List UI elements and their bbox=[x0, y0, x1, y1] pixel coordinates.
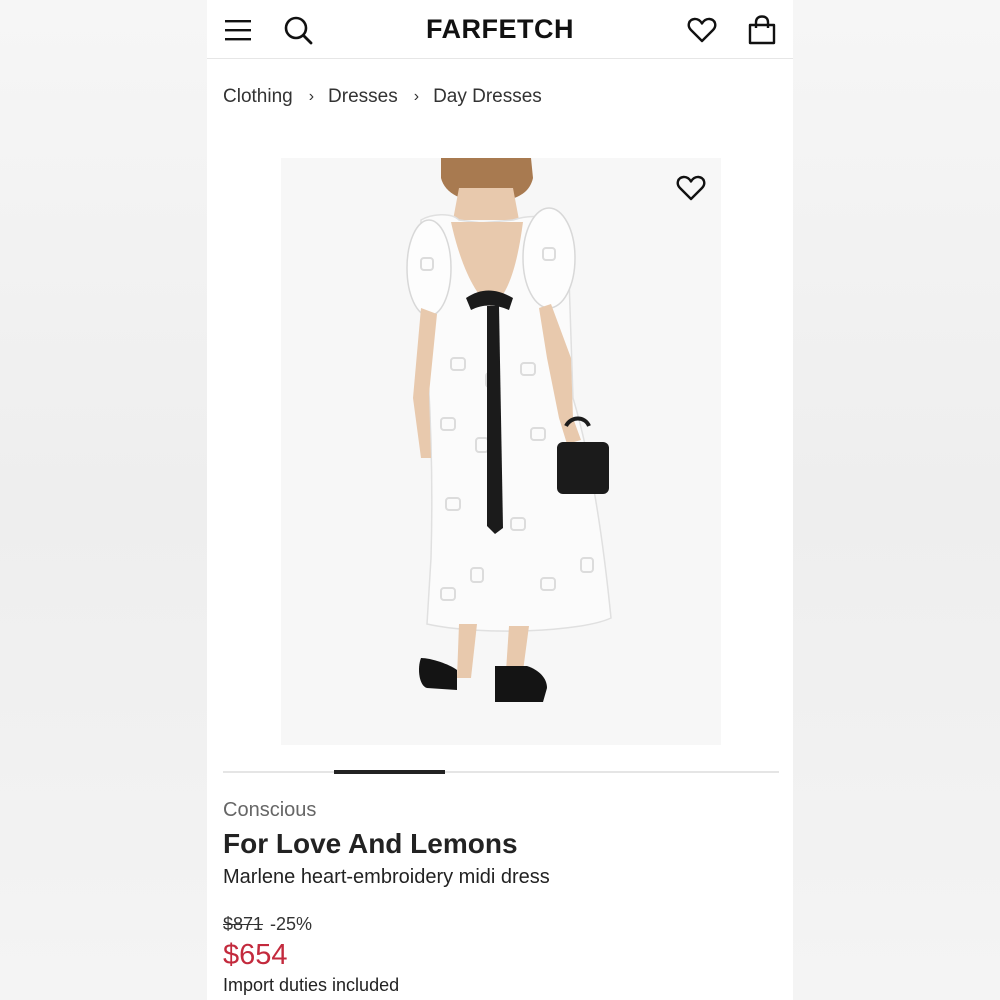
shopping-bag-icon[interactable] bbox=[747, 14, 777, 46]
carousel-indicator[interactable] bbox=[334, 770, 445, 774]
app-screen: FARFETCH Clothing › Dresses › Day Dresse… bbox=[207, 0, 793, 1000]
original-price: $871 bbox=[223, 914, 264, 934]
breadcrumb-day-dresses[interactable]: Day Dresses bbox=[433, 86, 542, 108]
wishlist-heart-icon[interactable] bbox=[687, 16, 717, 44]
breadcrumb-clothing[interactable]: Clothing bbox=[223, 86, 293, 108]
model-illustration bbox=[406, 158, 612, 702]
add-to-wishlist-icon[interactable] bbox=[676, 174, 706, 202]
discount-percent: -25% bbox=[270, 914, 313, 934]
background-right bbox=[793, 0, 1000, 1000]
import-duties-note: Import duties included bbox=[223, 975, 400, 995]
carousel-track bbox=[223, 771, 779, 773]
brand-name[interactable]: For Love And Lemons bbox=[223, 828, 518, 860]
breadcrumb-dresses[interactable]: Dresses bbox=[328, 86, 398, 108]
product-image[interactable] bbox=[281, 158, 721, 745]
top-nav-bar: FARFETCH bbox=[207, 0, 793, 59]
product-title: Marlene heart-embroidery midi dress bbox=[223, 866, 550, 888]
conscious-tag: Conscious bbox=[223, 799, 317, 821]
breadcrumb: Clothing › Dresses › Day Dresses bbox=[223, 86, 542, 108]
background-left bbox=[0, 0, 207, 1000]
sale-price: $654 bbox=[223, 939, 288, 971]
breadcrumb-separator: › bbox=[413, 88, 420, 105]
breadcrumb-separator: › bbox=[308, 88, 315, 105]
